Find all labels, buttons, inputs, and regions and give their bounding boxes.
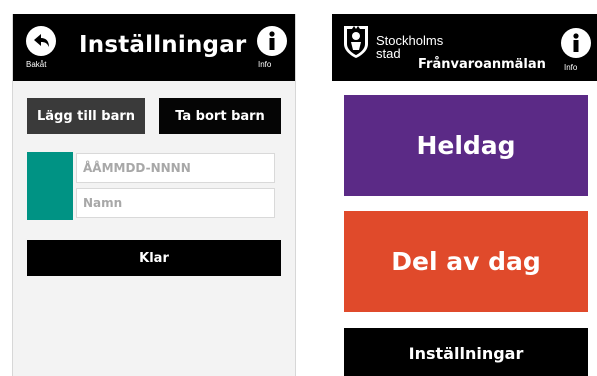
full-day-button[interactable]: Heldag [344,95,588,196]
info-label[interactable]: Info [258,60,271,69]
settings-button[interactable]: Inställningar [344,328,588,376]
app-header: Stockholms stad Frånvaroanmälan Info [332,14,597,81]
remove-child-button[interactable]: Ta bort barn [159,98,281,134]
part-of-day-button[interactable]: Del av dag [344,211,588,312]
name-field[interactable]: Namn [76,188,275,218]
child-color-marker [27,152,73,220]
stockholm-crest-icon [342,24,370,64]
back-arrow-icon[interactable] [26,26,56,56]
settings-screen: Bakåt Inställningar Info Lägg till barn … [12,14,296,376]
add-child-button[interactable]: Lägg till barn [27,98,145,134]
info-icon[interactable] [561,28,591,58]
back-label[interactable]: Bakåt [26,60,46,69]
absence-report-screen: Stockholms stad Frånvaroanmälan Info Hel… [332,14,597,376]
info-icon[interactable] [257,26,287,56]
settings-header: Bakåt Inställningar Info [13,14,295,81]
personal-number-field[interactable]: ÅÅMMDD-NNNN [76,153,275,183]
brand-line-2: stad [376,46,401,61]
info-label[interactable]: Info [564,63,577,72]
page-title: Inställningar [79,32,247,58]
done-button[interactable]: Klar [27,240,281,276]
app-title: Frånvaroanmälan [418,57,546,72]
